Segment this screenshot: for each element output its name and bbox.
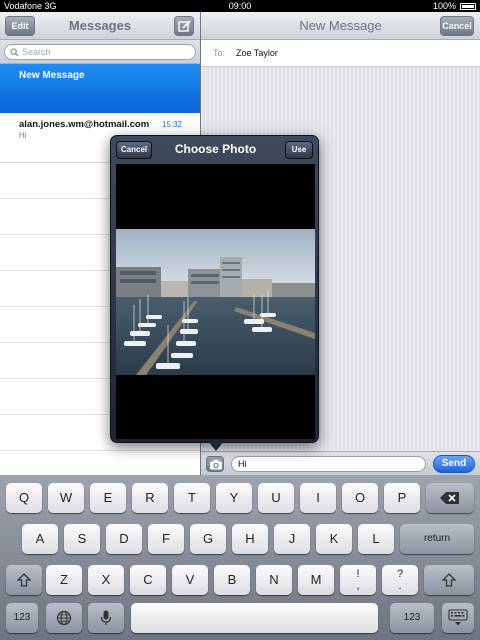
backspace-icon xyxy=(440,492,459,504)
numbers-key-right[interactable]: 123 xyxy=(390,603,434,633)
harbour-photo[interactable] xyxy=(116,229,315,375)
question-label: ? xyxy=(396,568,404,580)
dictation-key[interactable] xyxy=(88,603,124,633)
key-h[interactable]: H xyxy=(232,524,268,554)
exclamation-comma-key[interactable]: ! , xyxy=(340,565,376,595)
key-c[interactable]: C xyxy=(130,565,166,595)
key-u[interactable]: U xyxy=(258,483,294,513)
question-period-key[interactable]: ? . xyxy=(382,565,418,595)
conversation-preview: Hi xyxy=(19,131,27,140)
key-a[interactable]: A xyxy=(22,524,58,554)
search-bar xyxy=(0,40,200,64)
cancel-button[interactable]: Cancel xyxy=(440,16,474,36)
key-k[interactable]: K xyxy=(316,524,352,554)
globe-key[interactable] xyxy=(46,603,82,633)
to-field[interactable]: To: Zoe Taylor xyxy=(201,40,480,67)
battery-percent: 100% xyxy=(432,1,456,11)
globe-icon xyxy=(56,610,72,626)
search-field[interactable] xyxy=(4,44,196,60)
key-m[interactable]: M xyxy=(298,565,334,595)
exclamation-label: ! xyxy=(356,568,360,580)
search-icon xyxy=(10,48,19,57)
key-s[interactable]: S xyxy=(64,524,100,554)
key-v[interactable]: V xyxy=(172,565,208,595)
key-j[interactable]: J xyxy=(274,524,310,554)
key-z[interactable]: Z xyxy=(46,565,82,595)
conversation-name: alan.jones.wm@hotmail.com xyxy=(19,119,150,130)
recipient-name: Zoe Taylor xyxy=(236,48,278,58)
key-t[interactable]: T xyxy=(174,483,210,513)
compose-button[interactable] xyxy=(174,16,194,36)
camera-icon xyxy=(210,459,222,470)
status-bar: Vodafone 3G 09:00 100% xyxy=(0,0,480,12)
empty-row xyxy=(0,451,200,475)
numbers-key-left[interactable]: 123 xyxy=(6,603,38,633)
messages-nav-bar: Edit Messages xyxy=(0,12,200,40)
key-q[interactable]: Q xyxy=(6,483,42,513)
use-button[interactable]: Use xyxy=(285,141,313,159)
key-e[interactable]: E xyxy=(90,483,126,513)
key-o[interactable]: O xyxy=(342,483,378,513)
key-p[interactable]: P xyxy=(384,483,420,513)
messages-title: Messages xyxy=(68,18,132,33)
key-w[interactable]: W xyxy=(48,483,84,513)
key-i[interactable]: I xyxy=(300,483,336,513)
shift-icon xyxy=(442,573,456,587)
key-g[interactable]: G xyxy=(190,524,226,554)
return-key[interactable]: return xyxy=(400,524,474,554)
key-b[interactable]: B xyxy=(214,565,250,595)
backspace-key[interactable] xyxy=(426,483,474,513)
clock: 09:00 xyxy=(228,1,252,11)
new-message-label: New Message xyxy=(19,70,85,81)
photo-preview-area xyxy=(116,164,315,439)
new-message-row[interactable]: New Message xyxy=(0,64,200,113)
period-label: . xyxy=(398,580,402,592)
onscreen-keyboard: Q W E R T Y U I O P A S D F G H J K L re… xyxy=(0,475,480,640)
compose-bar: Hi Send xyxy=(201,451,480,475)
microphone-icon xyxy=(100,610,112,625)
popover-arrow xyxy=(208,441,224,451)
new-message-title: New Message xyxy=(299,18,382,33)
shift-key-left[interactable] xyxy=(6,565,42,595)
key-r[interactable]: R xyxy=(132,483,168,513)
key-x[interactable]: X xyxy=(88,565,124,595)
new-message-nav-bar: New Message Cancel xyxy=(201,12,480,40)
hide-keyboard-key[interactable] xyxy=(442,603,474,633)
compose-icon xyxy=(178,20,191,32)
space-key[interactable] xyxy=(131,603,378,633)
camera-button[interactable] xyxy=(206,456,224,472)
battery-icon xyxy=(460,3,476,10)
key-f[interactable]: F xyxy=(148,524,184,554)
search-input[interactable] xyxy=(22,46,182,58)
to-label: To: xyxy=(213,48,226,58)
shift-icon xyxy=(17,573,31,587)
conversation-time: 15:32 xyxy=(161,120,182,129)
key-y[interactable]: Y xyxy=(216,483,252,513)
shift-key-right[interactable] xyxy=(424,565,474,595)
send-button[interactable]: Send xyxy=(433,455,475,473)
comma-label: , xyxy=(356,580,360,592)
key-n[interactable]: N xyxy=(256,565,292,595)
message-text-field[interactable]: Hi xyxy=(231,456,426,472)
key-l[interactable]: L xyxy=(358,524,394,554)
choose-photo-popover: Cancel Choose Photo Use xyxy=(110,135,319,443)
hide-keyboard-icon xyxy=(448,609,468,626)
key-d[interactable]: D xyxy=(106,524,142,554)
